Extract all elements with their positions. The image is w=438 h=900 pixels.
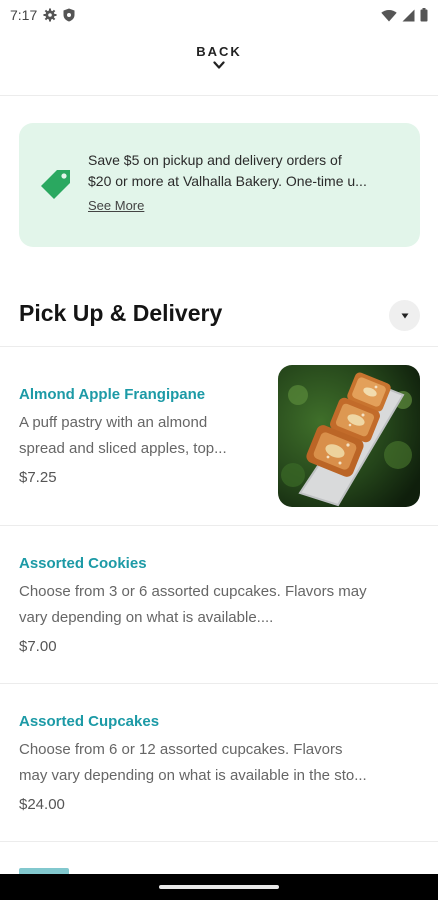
item-divider: [0, 683, 438, 684]
chevron-down-icon: [213, 61, 225, 69]
item-price: $24.00: [19, 796, 65, 813]
item-price: $7.00: [19, 638, 57, 655]
item-description: Choose from 3 or 6 assorted cupcakes. Fl…: [19, 583, 367, 626]
gear-icon: [43, 8, 57, 22]
item-description: A puff pastry with an almond spread and …: [19, 414, 227, 457]
price-tag-icon: [41, 170, 70, 199]
item-divider: [0, 525, 438, 526]
item-photo[interactable]: [278, 365, 420, 507]
home-gesture-handle[interactable]: [159, 885, 279, 889]
next-item-peek: [19, 866, 79, 874]
promo-banner[interactable]: Save $5 on pickup and delivery orders of…: [19, 123, 420, 247]
section-collapse-button[interactable]: [389, 300, 420, 331]
wifi-icon: [381, 9, 397, 21]
item-name: Almond Apple Frangipane: [19, 386, 206, 403]
system-nav-bar: [0, 874, 438, 900]
back-button[interactable]: BACK: [0, 44, 438, 70]
item-name: Assorted Cookies: [19, 555, 147, 572]
section-divider: [0, 346, 438, 347]
item-price: $7.25: [19, 469, 57, 486]
caret-down-icon: [401, 313, 408, 318]
signal-icon: [402, 9, 415, 21]
promo-line-1: Save $5 on pickup and delivery orders of: [88, 152, 342, 168]
header-divider: [0, 95, 438, 96]
shield-icon: [63, 8, 75, 22]
item-divider: [0, 841, 438, 842]
pastry-photo: [278, 365, 420, 507]
item-description: Choose from 6 or 12 assorted cupcakes. F…: [19, 741, 367, 784]
back-label: BACK: [196, 44, 242, 59]
status-bar: 7:17: [0, 0, 438, 30]
promo-line-2: $20 or more at Valhalla Bakery. One-time…: [88, 173, 367, 189]
see-more-link[interactable]: See More: [88, 198, 144, 213]
item-name: Assorted Cupcakes: [19, 713, 160, 730]
status-time: 7:17: [10, 7, 38, 23]
section-title: Pick Up & Delivery: [19, 300, 223, 326]
battery-icon: [420, 8, 428, 22]
promo-text: Save $5 on pickup and delivery orders of…: [88, 150, 404, 192]
